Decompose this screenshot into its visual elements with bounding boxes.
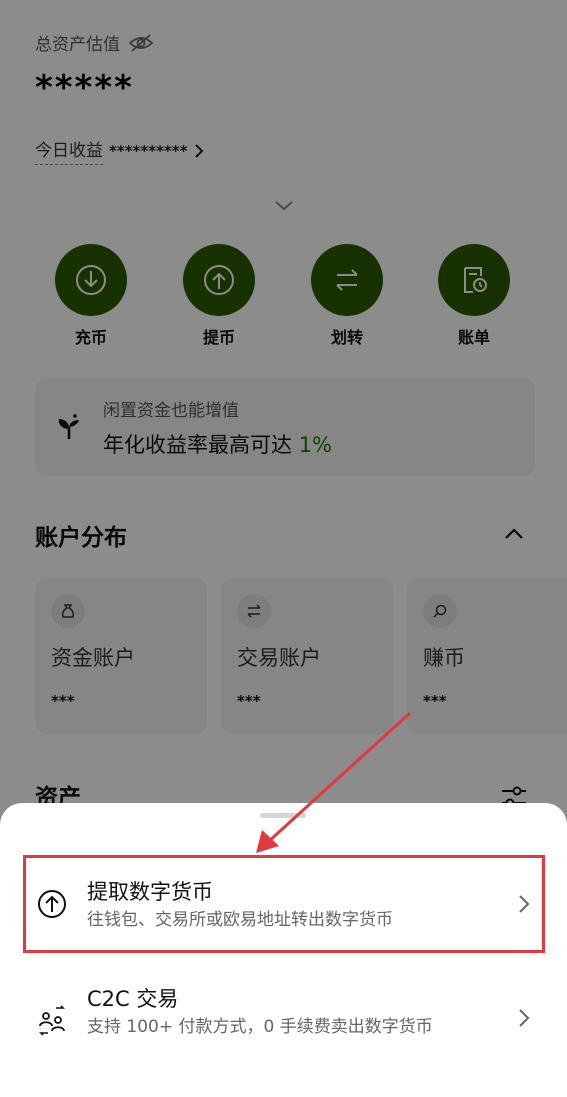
c2c-trade-option[interactable]: C2C 交易 支持 100+ 付款方式，0 手续费卖出数字货币 — [0, 971, 567, 1071]
withdraw-options-sheet: 提取数字货币 往钱包、交易所或欧易地址转出数字货币 C2C 交易 支持 100+… — [0, 803, 567, 1097]
assets-screen: 总资产估值 ***** 今日收益 ********** 充币 提币 划转 账单 … — [0, 0, 567, 1097]
option-subtitle: 支持 100+ 付款方式，0 手续费卖出数字货币 — [87, 1017, 433, 1037]
c2c-users-icon — [39, 1005, 65, 1036]
highlight-box — [23, 855, 545, 953]
sheet-drag-handle[interactable] — [260, 813, 306, 818]
option-title: C2C 交易 — [87, 987, 179, 1011]
chevron-right-icon — [519, 1009, 530, 1027]
